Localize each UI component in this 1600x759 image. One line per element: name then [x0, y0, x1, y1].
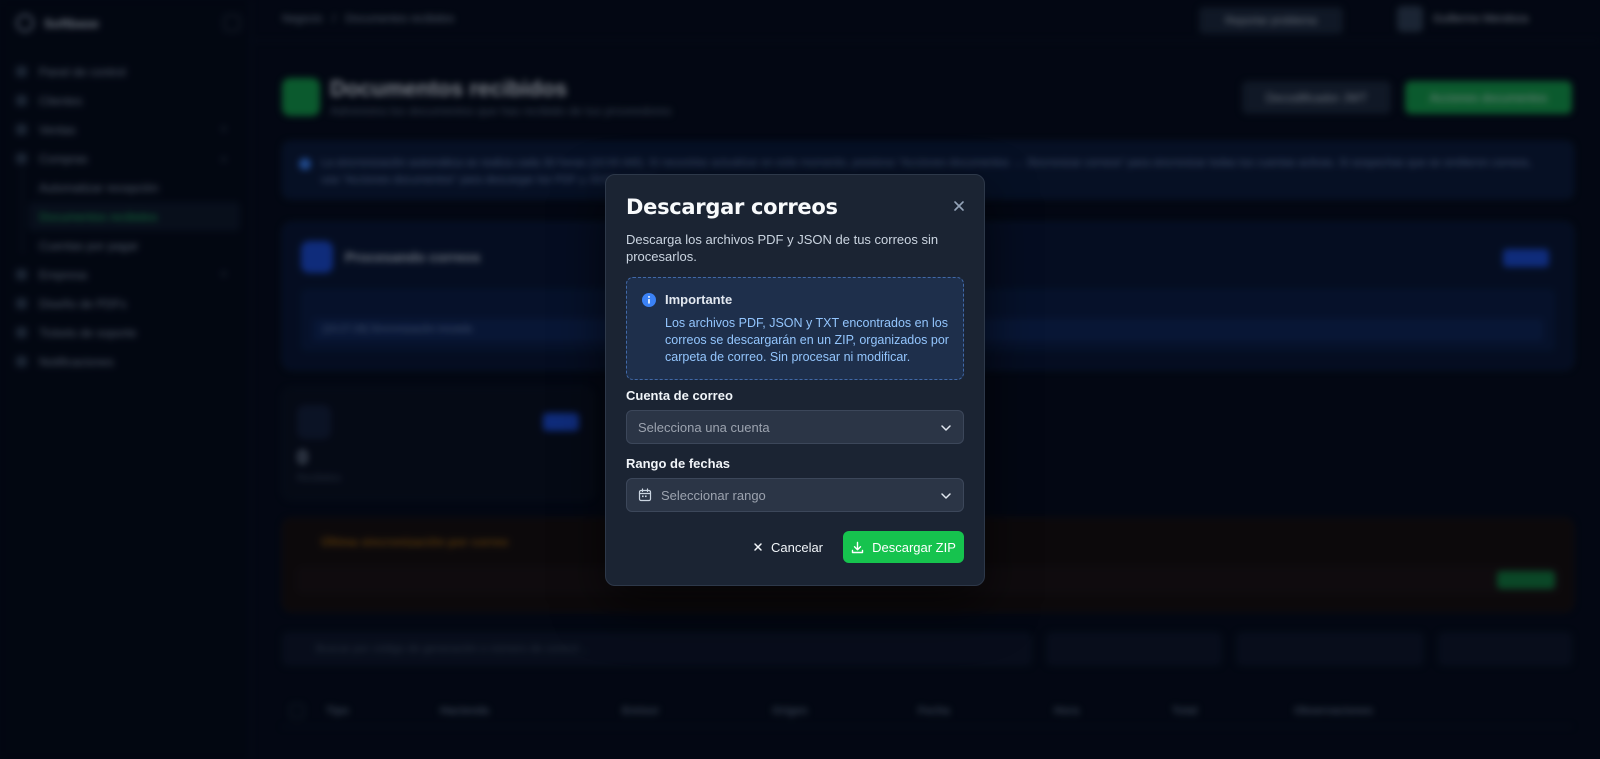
download-icon: [851, 541, 864, 553]
notice-title: Importante: [665, 292, 733, 307]
calendar-icon: [638, 488, 652, 502]
chevron-down-icon: [941, 425, 951, 431]
account-select-placeholder: Selecciona una cuenta: [638, 420, 770, 435]
dialog-title: Descargar correos: [626, 195, 838, 219]
dialog-description: Descarga los archivos PDF y JSON de tus …: [626, 232, 939, 264]
notice-text: Los archivos PDF, JSON y TXT encontrados…: [665, 316, 949, 364]
x-icon: [754, 543, 762, 551]
date-range-placeholder: Seleccionar rango: [661, 488, 766, 503]
download-zip-label: Descargar ZIP: [872, 539, 956, 555]
cancel-button-label: Cancelar: [770, 539, 824, 555]
download-zip-button[interactable]: Descargar ZIP: [843, 531, 964, 563]
account-select[interactable]: Selecciona una cuenta: [626, 410, 964, 444]
info-icon: [642, 293, 656, 307]
date-range-label: Rango de fechas: [626, 456, 731, 471]
date-range-select[interactable]: Seleccionar rango: [626, 478, 964, 512]
download-emails-dialog: Descargar correos Descarga los archivos …: [605, 174, 985, 586]
important-notice: Importante Los archivos PDF, JSON y TXT …: [626, 277, 964, 380]
chevron-down-icon: [941, 493, 951, 499]
close-icon[interactable]: [950, 197, 968, 215]
cancel-button[interactable]: Cancelar: [743, 531, 833, 563]
account-label: Cuenta de correo: [626, 388, 733, 403]
